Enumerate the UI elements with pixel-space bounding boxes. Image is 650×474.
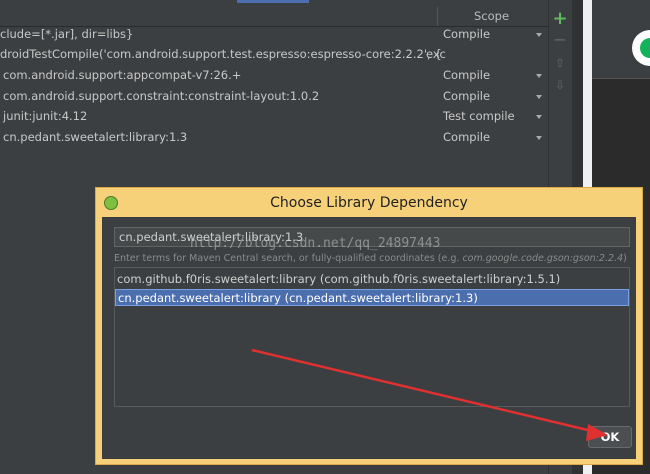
- scope-select[interactable]: Compile: [443, 27, 490, 41]
- table-row[interactable]: clude=[*.jar], dir=libs} Compile: [0, 25, 548, 45]
- hint-prefix: Enter terms for Maven Central search, or…: [114, 253, 463, 264]
- dependency-name: droidTestCompile('com.android.support.te…: [0, 47, 442, 61]
- table-row[interactable]: com.android.support:appcompat-v7:26.+ Co…: [0, 66, 548, 86]
- table-header: Scope: [0, 7, 548, 27]
- chevron-down-icon[interactable]: [536, 95, 542, 99]
- scope-select[interactable]: Compile: [443, 89, 490, 103]
- chevron-down-icon[interactable]: [536, 74, 542, 78]
- search-hint: Enter terms for Maven Central search, or…: [114, 253, 627, 264]
- dependency-name: com.android.support.constraint:constrain…: [3, 89, 320, 103]
- scope-select[interactable]: Compile: [443, 68, 490, 82]
- move-down-icon[interactable]: ⇩: [549, 78, 571, 92]
- table-row[interactable]: junit:junit:4.12 Test compile: [0, 107, 548, 127]
- dependency-name: clude=[*.jar], dir=libs}: [0, 27, 134, 41]
- chevron-down-icon[interactable]: [536, 115, 542, 119]
- search-results-list[interactable]: com.github.f0ris.sweetalert:library (com…: [114, 267, 630, 407]
- watermark: http://blog.csdn.net/qq_24897443: [190, 236, 441, 251]
- list-item-selected[interactable]: cn.pedant.sweetalert:library (cn.pedant.…: [115, 289, 629, 306]
- dependency-name: com.android.support:appcompat-v7:26.+: [3, 68, 242, 82]
- active-tab-indicator: [237, 0, 309, 3]
- scope-select[interactable]: Compile: [443, 130, 490, 144]
- ok-button[interactable]: OK: [588, 426, 632, 448]
- table-row[interactable]: com.android.support.constraint:constrain…: [0, 87, 548, 107]
- dependency-name: cn.pedant.sweetalert:library:1.3: [3, 130, 188, 144]
- scope-column-header[interactable]: Scope: [474, 9, 509, 23]
- scope-overflow-text: exc: [426, 47, 446, 61]
- chevron-down-icon[interactable]: [536, 136, 542, 140]
- table-row[interactable]: droidTestCompile('com.android.support.te…: [0, 45, 548, 65]
- list-item[interactable]: com.github.f0ris.sweetalert:library (com…: [115, 271, 629, 288]
- chevron-down-icon[interactable]: [536, 33, 542, 37]
- dialog-title: Choose Library Dependency: [270, 195, 468, 211]
- column-divider[interactable]: [437, 7, 438, 26]
- add-icon[interactable]: +: [549, 8, 571, 29]
- remove-icon[interactable]: −: [549, 30, 571, 49]
- move-up-icon[interactable]: ⇧: [549, 56, 571, 70]
- scope-select[interactable]: Test compile: [443, 109, 515, 123]
- hint-example: com.google.code.gson:gson:2.2.4: [462, 253, 624, 264]
- dependency-name: junit:junit:4.12: [3, 109, 88, 123]
- table-row[interactable]: cn.pedant.sweetalert:library:1.3 Compile: [0, 128, 548, 148]
- hint-suffix: ): [623, 253, 627, 264]
